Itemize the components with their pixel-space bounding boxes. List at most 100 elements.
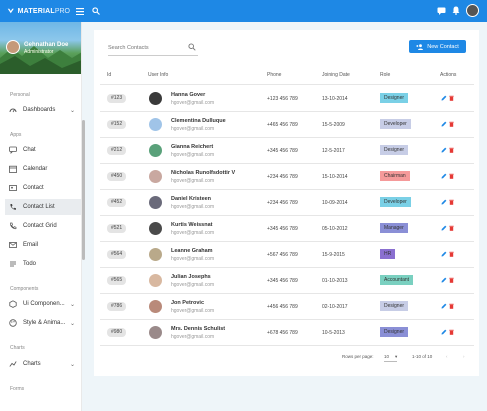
contact-name[interactable]: Julian Josephs <box>171 274 211 280</box>
edit-icon[interactable] <box>441 95 447 101</box>
rows-per-page-select[interactable]: 10 ▾ <box>384 354 398 362</box>
section-charts: Charts <box>10 345 25 351</box>
pagination-range: 1-10 of 10 <box>412 354 433 359</box>
chevron-down-icon: ⌄ <box>69 107 75 114</box>
edit-icon[interactable] <box>441 199 447 205</box>
prev-page-icon[interactable]: ‹ <box>446 354 448 359</box>
delete-icon[interactable] <box>449 121 454 127</box>
delete-icon[interactable] <box>449 173 454 179</box>
edit-icon[interactable] <box>441 277 447 283</box>
column-header: Joining Date <box>322 72 350 78</box>
role-badge: Accountant <box>380 275 414 285</box>
contact-avatar[interactable] <box>149 118 162 131</box>
delete-icon[interactable] <box>449 251 454 257</box>
sidebar: Gehnathan Doe Administrator Personal Das… <box>0 22 82 411</box>
contact-avatar[interactable] <box>149 300 162 313</box>
delete-icon[interactable] <box>449 303 454 309</box>
contact-name[interactable]: Mrs. Dennis Schulist <box>171 326 225 332</box>
contact-name[interactable]: Daniel Kristeen <box>171 196 211 202</box>
sidebar-item-charts[interactable]: Charts ⌄ <box>5 356 81 372</box>
contact-name[interactable]: Kurtis Weissnat <box>171 222 212 228</box>
contact-avatar[interactable] <box>149 248 162 261</box>
contact-avatar[interactable] <box>149 274 162 287</box>
contact-name[interactable]: Hanna Gover <box>171 92 205 98</box>
profile-avatar[interactable] <box>6 40 20 54</box>
chevron-down-icon: ⌄ <box>69 320 75 327</box>
sidebar-item-label: Email <box>23 242 39 248</box>
contact-avatar[interactable] <box>149 144 162 157</box>
sidebar-item-label: Calendar <box>23 166 48 172</box>
delete-icon[interactable] <box>449 277 454 283</box>
sidebar-item-label: Style & Anima... <box>23 320 66 326</box>
delete-icon[interactable] <box>449 225 454 231</box>
next-page-icon[interactable]: › <box>463 354 465 359</box>
mail-icon <box>9 241 17 249</box>
delete-icon[interactable] <box>449 95 454 101</box>
edit-icon[interactable] <box>441 303 447 309</box>
sidebar-item-email[interactable]: Email <box>5 237 81 253</box>
sidebar-item-label: Ui Componen... <box>23 301 65 307</box>
calendar-icon <box>9 165 17 173</box>
column-header: Role <box>380 72 391 78</box>
edit-icon[interactable] <box>441 251 447 257</box>
new-contact-button[interactable]: New Contact <box>409 40 466 53</box>
search-icon[interactable] <box>90 5 102 17</box>
profile-name[interactable]: Gehnathan Doe <box>24 42 68 48</box>
contact-avatar[interactable] <box>149 222 162 235</box>
joining-date: 13-10-2014 <box>322 96 348 102</box>
sidebar-item-dashboards[interactable]: Dashboards ⌄ <box>5 102 81 118</box>
rows-per-page-label: Rows per page: <box>342 354 374 359</box>
contact-email: hgover@gmail.com <box>171 126 215 132</box>
contact-avatar[interactable] <box>149 196 162 209</box>
contact-name[interactable]: Nicholas Runolfsdottir V <box>171 170 235 176</box>
sidebar-item-todo[interactable]: Todo <box>5 256 81 272</box>
table-header: Id User Info Phone Joining Date Role Act… <box>94 72 479 82</box>
menu-icon[interactable] <box>74 5 86 17</box>
search-input[interactable] <box>108 44 183 51</box>
message-icon[interactable] <box>437 7 446 15</box>
brand[interactable]: MATERIAL PRO <box>0 6 70 16</box>
edit-icon[interactable] <box>441 173 447 179</box>
table-row: #452 Daniel Kristeen hgover@gmail.com +2… <box>94 189 479 215</box>
table-row: #786 Jon Petrovic hgover@gmail.com +456 … <box>94 293 479 319</box>
role-badge: Developer <box>380 119 411 129</box>
sidebar-item-calendar[interactable]: Calendar <box>5 161 81 177</box>
contact-email: hgover@gmail.com <box>171 152 215 158</box>
edit-icon[interactable] <box>441 121 447 127</box>
contact-name[interactable]: Leanne Graham <box>171 248 213 254</box>
contact-name[interactable]: Jon Petrovic <box>171 300 204 306</box>
sidebar-item-contact[interactable]: Contact <box>5 180 81 196</box>
sidebar-item-style-animation[interactable]: Style & Anima... ⌄ <box>5 315 81 331</box>
sidebar-item-ui-components[interactable]: Ui Componen... ⌄ <box>5 296 81 312</box>
sidebar-item-label: Contact <box>23 185 44 191</box>
bell-icon[interactable] <box>452 6 460 15</box>
contact-id: #565 <box>107 276 127 285</box>
edit-icon[interactable] <box>441 147 447 153</box>
sidebar-scrollbar[interactable] <box>82 120 85 260</box>
column-header: User Info <box>148 72 169 78</box>
contact-avatar[interactable] <box>149 92 162 105</box>
sidebar-item-contact-grid[interactable]: Contact Grid <box>5 218 81 234</box>
delete-icon[interactable] <box>449 329 454 335</box>
joining-date: 15-9-2015 <box>322 252 345 258</box>
sidebar-profile: Gehnathan Doe Administrator <box>0 22 81 74</box>
delete-icon[interactable] <box>449 147 454 153</box>
user-avatar[interactable] <box>466 4 479 17</box>
contact-name[interactable]: Gianna Reichert <box>171 144 213 150</box>
sidebar-item-chat[interactable]: Chat <box>5 142 81 158</box>
joining-date: 10-09-2014 <box>322 200 348 206</box>
profile-role: Administrator <box>24 49 54 55</box>
divider <box>100 345 474 346</box>
contact-name[interactable]: Clementina Dulluque <box>171 118 226 124</box>
sidebar-item-contact-list[interactable]: Contact List <box>5 199 81 215</box>
add-user-icon <box>416 43 424 50</box>
edit-icon[interactable] <box>441 329 447 335</box>
contact-avatar[interactable] <box>149 170 162 183</box>
contact-phone: +456 456 789 <box>267 304 298 310</box>
contact-avatar[interactable] <box>149 326 162 339</box>
delete-icon[interactable] <box>449 199 454 205</box>
search-icon[interactable] <box>188 43 196 51</box>
edit-icon[interactable] <box>441 225 447 231</box>
table-row: #123 Hanna Gover hgover@gmail.com +123 4… <box>94 85 479 111</box>
contact-id: #450 <box>107 172 127 181</box>
